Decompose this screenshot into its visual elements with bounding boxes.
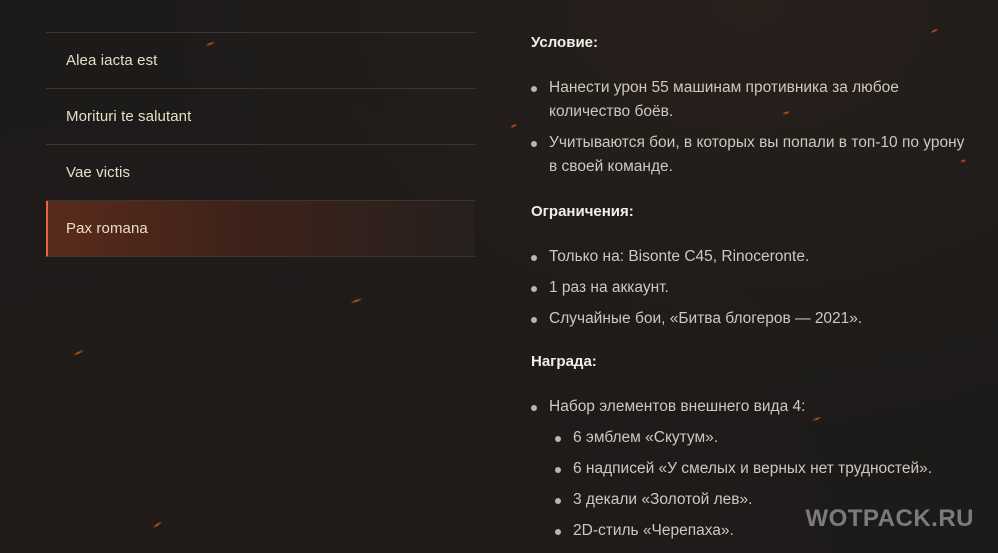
quest-details: Условие: Нанести урон 55 машинам противн… xyxy=(531,30,971,543)
tab-morituri-te-salutant[interactable]: Morituri te salutant xyxy=(46,89,475,145)
condition-heading: Условие: xyxy=(531,34,599,51)
ember-spark xyxy=(350,298,362,304)
condition-item: Учитываются бои, в которых вы попали в т… xyxy=(531,131,971,179)
reward-item-label: Набор элементов внешнего вида 4: xyxy=(549,398,806,415)
tab-label: Morituri te salutant xyxy=(66,108,192,125)
restriction-item: Только на: Bisonte C45, Rinoceronte. xyxy=(531,245,971,269)
condition-section: Условие: Нанести урон 55 машинам противн… xyxy=(531,30,971,179)
quest-tab-list: Alea iacta est Morituri te salutant Vae … xyxy=(46,32,475,257)
tab-alea-iacta-est[interactable]: Alea iacta est xyxy=(46,33,475,89)
tab-label: Vae victis xyxy=(66,164,131,181)
condition-item: Нанести урон 55 машинам противника за лю… xyxy=(531,76,971,124)
tab-label: Alea iacta est xyxy=(66,52,158,69)
restrictions-heading: Ограничения: xyxy=(531,203,634,220)
tab-label: Pax romana xyxy=(66,220,148,237)
reward-heading: Награда: xyxy=(531,353,597,370)
restriction-item: 1 раз на аккаунт. xyxy=(531,276,971,300)
restrictions-list: Только на: Bisonte C45, Rinoceronte. 1 р… xyxy=(531,245,971,331)
site-watermark: WOTPACK.RU xyxy=(805,505,974,532)
tab-pax-romana[interactable]: Pax romana xyxy=(46,201,475,257)
restriction-item: Случайные бои, «Битва блогеров — 2021». xyxy=(531,307,971,331)
reward-subitem: 6 эмблем «Скутум». xyxy=(531,426,971,450)
tab-vae-victis[interactable]: Vae victis xyxy=(46,145,475,201)
restrictions-section: Ограничения: Только на: Bisonte C45, Rin… xyxy=(531,199,971,331)
ember-spark xyxy=(509,123,518,129)
reward-item: Набор элементов внешнего вида 4: xyxy=(531,395,971,419)
condition-list: Нанести урон 55 машинам противника за лю… xyxy=(531,76,971,179)
reward-list: Набор элементов внешнего вида 4: xyxy=(531,395,971,419)
ember-spark xyxy=(72,349,84,357)
ember-spark xyxy=(152,521,162,529)
reward-subitem: 6 надписей «У смелых и верных нет трудно… xyxy=(531,457,971,481)
